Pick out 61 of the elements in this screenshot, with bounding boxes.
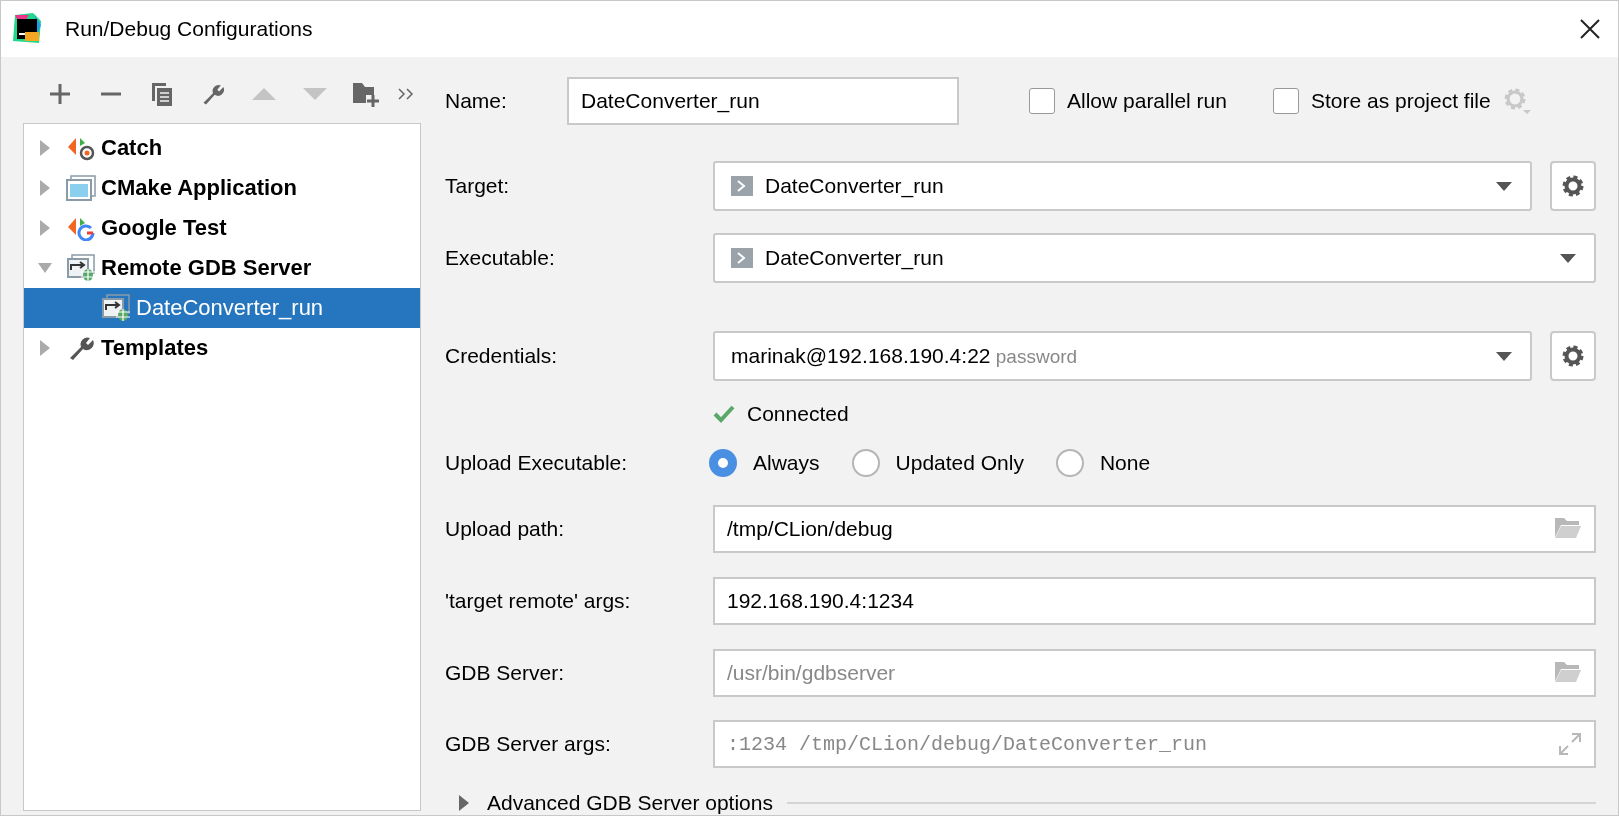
remote-debug-icon bbox=[66, 254, 96, 282]
caret-icon bbox=[1560, 253, 1576, 263]
tree-item[interactable]: DateConverter_run bbox=[24, 288, 420, 328]
checkbox[interactable]: Store as project file bbox=[1272, 88, 1491, 114]
folder-icon[interactable] bbox=[1554, 517, 1582, 540]
tree-item[interactable]: CMake Application bbox=[24, 168, 420, 208]
field-label: Credentials: bbox=[445, 344, 559, 368]
field-label: GDB Server args: bbox=[445, 732, 612, 757]
tree-item[interactable]: Remote GDB Server bbox=[24, 248, 420, 288]
add-icon[interactable] bbox=[49, 83, 72, 105]
caret-icon bbox=[1496, 181, 1512, 191]
gear-icon bbox=[1561, 344, 1585, 368]
checkmark-icon bbox=[713, 404, 735, 423]
app-logo-icon bbox=[11, 13, 43, 45]
close-icon[interactable] bbox=[1580, 19, 1600, 39]
tree-item[interactable]: Google Test bbox=[24, 208, 420, 248]
catch-icon bbox=[66, 135, 96, 161]
field-label: Name: bbox=[445, 89, 508, 113]
settings-button[interactable] bbox=[1550, 331, 1596, 381]
text-field[interactable]: :1234 /tmp/CLion/debug/DateConverter_run bbox=[713, 720, 1596, 769]
connection-status: Connected bbox=[747, 401, 849, 426]
checkbox[interactable]: Allow parallel run bbox=[1029, 88, 1227, 114]
field-label: 'target remote' args: bbox=[445, 588, 632, 613]
tree-item[interactable]: Templates bbox=[24, 328, 420, 368]
tree-item[interactable]: Catch bbox=[24, 128, 420, 168]
collapse-arrow-icon[interactable] bbox=[38, 262, 52, 274]
expand-arrow-icon[interactable] bbox=[39, 140, 51, 156]
radio-button[interactable]: None bbox=[1055, 448, 1151, 477]
more-icon[interactable] bbox=[398, 88, 415, 100]
dropdown[interactable]: DateConverter_run bbox=[713, 161, 1532, 211]
settings-icon[interactable] bbox=[1502, 87, 1531, 115]
copy-icon[interactable] bbox=[150, 81, 175, 107]
field-label: GDB Server: bbox=[445, 660, 566, 685]
expand-arrow-icon[interactable] bbox=[39, 180, 51, 196]
folder-icon[interactable] bbox=[1554, 660, 1582, 683]
field-label: Upload path: bbox=[445, 517, 566, 542]
window-icon bbox=[66, 175, 96, 201]
caret-icon bbox=[1496, 351, 1512, 361]
expand-icon[interactable] bbox=[1558, 732, 1582, 757]
settings-button[interactable] bbox=[1550, 161, 1596, 211]
expand-arrow-icon[interactable] bbox=[39, 220, 51, 236]
dropdown[interactable]: DateConverter_run bbox=[713, 233, 1596, 283]
radio-button[interactable]: Updated Only bbox=[851, 448, 1024, 477]
dropdown[interactable]: marinak@192.168.190.4:22 password bbox=[713, 331, 1532, 381]
field-label: Target: bbox=[445, 174, 511, 198]
path-field[interactable]: /tmp/CLion/debug bbox=[713, 505, 1596, 554]
field-label: Upload Executable: bbox=[445, 450, 629, 475]
field-label: Executable: bbox=[445, 246, 556, 270]
gear-icon bbox=[1561, 174, 1585, 198]
remove-icon[interactable] bbox=[100, 92, 123, 96]
radio-button[interactable]: Always bbox=[709, 448, 820, 477]
window-title: Run/Debug Configurations bbox=[65, 17, 314, 41]
google-test-icon bbox=[66, 215, 96, 241]
new-folder-icon[interactable] bbox=[352, 81, 381, 107]
path-field[interactable]: /usr/bin/gdbserver bbox=[713, 648, 1596, 697]
section-toggle[interactable]: Advanced GDB Server options bbox=[459, 791, 773, 815]
text-field[interactable]: 192.168.190.4:1234 bbox=[713, 576, 1596, 625]
remote-debug-icon bbox=[101, 294, 131, 322]
name-field[interactable]: DateConverter_run bbox=[567, 77, 959, 125]
expand-arrow-icon[interactable] bbox=[39, 340, 51, 356]
expand-arrow-icon[interactable] bbox=[459, 795, 469, 811]
